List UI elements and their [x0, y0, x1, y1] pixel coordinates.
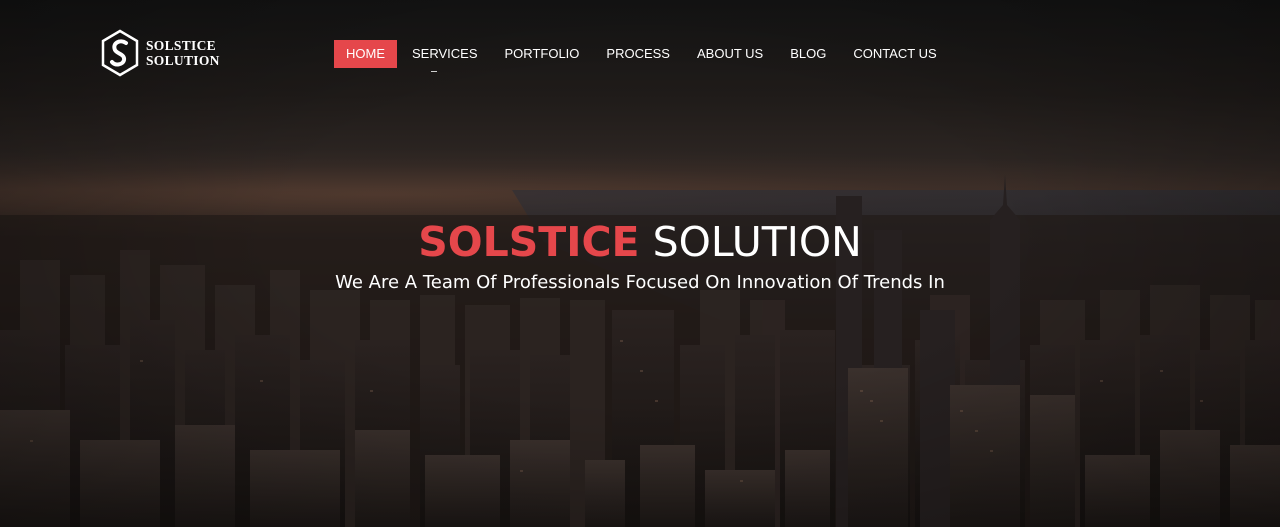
dropdown-indicator-icon — [430, 71, 437, 72]
nav-item-process[interactable]: PROCESS — [594, 40, 682, 68]
main-nav: HOME SERVICES PORTFOLIO PROCESS ABOUT US… — [334, 40, 952, 72]
hero-title-rest: SOLUTION — [652, 218, 862, 266]
brand-logo[interactable]: SOLSTICE SOLUTION — [100, 29, 220, 77]
nav-item-contact-us[interactable]: CONTACT US — [841, 40, 948, 68]
nav-item-portfolio[interactable]: PORTFOLIO — [493, 40, 592, 68]
nav-item-home[interactable]: HOME — [334, 40, 397, 68]
hero-title: SOLSTICE SOLUTION — [0, 216, 1280, 268]
nav-item-services-label: SERVICES — [412, 46, 478, 61]
brand-name-line1: SOLSTICE — [146, 38, 216, 53]
nav-item-services[interactable]: SERVICES — [400, 40, 490, 72]
hero-section: SOLSTICE SOLUTION HOME SERVICES PORTFOLI… — [0, 0, 1280, 527]
brand-name-line2: SOLUTION — [146, 53, 220, 68]
hero-subtitle: We Are A Team Of Professionals Focused O… — [335, 272, 945, 293]
hexagon-s-logo-icon — [101, 29, 139, 77]
nav-item-about-us[interactable]: ABOUT US — [685, 40, 775, 68]
brand-name: SOLSTICE SOLUTION — [146, 38, 220, 68]
hero-title-accent: SOLSTICE — [418, 218, 640, 266]
nav-item-blog[interactable]: BLOG — [778, 40, 838, 68]
